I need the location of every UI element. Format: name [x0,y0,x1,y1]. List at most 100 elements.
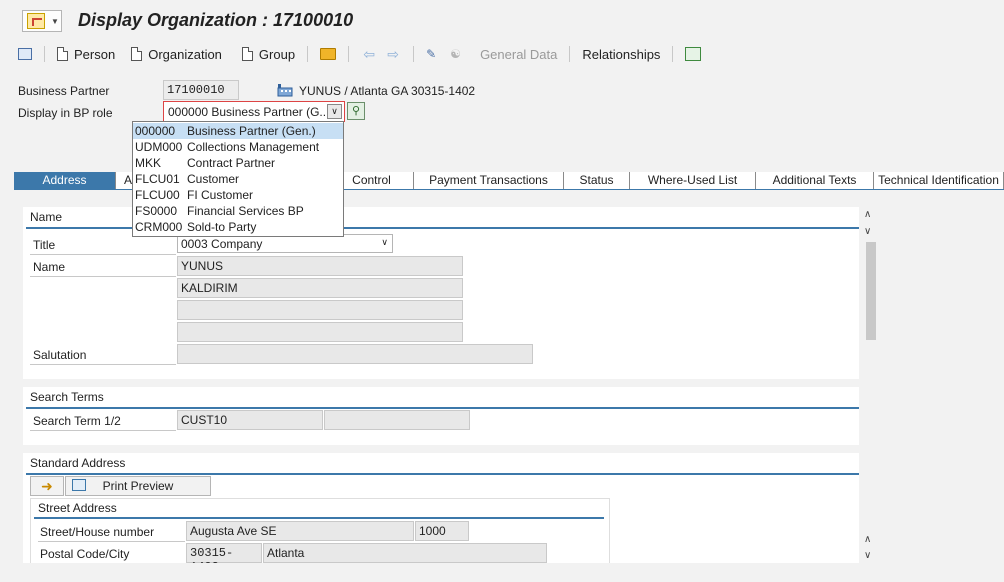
role-option-code: FS0000 [135,204,178,218]
open-bp-button[interactable] [316,44,340,64]
title-select-value: 0003 Company [181,236,263,251]
tab-status[interactable]: Status [564,172,630,189]
role-option-code: MKK [135,156,162,170]
print-preview-button[interactable]: Print Preview [65,476,211,496]
address-export-icon: ➜ [41,477,53,494]
search-term-1-field[interactable]: CUST10 [177,410,323,430]
create-organization-button[interactable]: Organization [127,44,226,64]
tab-address[interactable]: Address [14,172,116,189]
search-terms-group-title: Search Terms [23,387,859,407]
relationships-button[interactable]: Relationships [578,44,664,64]
role-option-label: Sold-to Party [187,220,257,234]
general-data-label: General Data [480,46,558,62]
role-option[interactable]: UDM000 Collections Management [133,139,343,155]
role-option-code: UDM000 [135,140,183,154]
role-option-label: FI Customer [187,188,254,202]
organization-icon [277,84,293,97]
tab-payment-transactions[interactable]: Payment Transactions [414,172,564,189]
create-group-button[interactable]: Group [238,44,299,64]
export-icon [685,47,702,61]
display-change-icon: ✎ [426,47,437,61]
street-field[interactable]: Augusta Ave SE [186,521,414,541]
role-option-label: Financial Services BP [187,204,304,218]
other-bp-button[interactable]: ☯ [446,44,470,64]
tab-additional-texts[interactable]: Additional Texts [756,172,874,189]
role-option[interactable]: FLCU01 Customer [133,171,343,187]
printer-icon [72,479,86,491]
chevron-down-icon[interactable]: ∨ [864,550,871,561]
label-underline [30,254,176,255]
role-option[interactable]: MKK Contract Partner [133,155,343,171]
search-terms-group: Search Terms Search Term 1/2 CUST10 [23,387,859,445]
switch-icon: ☯ [450,47,461,61]
create-person-button[interactable]: Person [53,44,119,64]
create-person-label: Person [74,46,116,62]
city-field[interactable]: Atlanta [263,543,547,563]
display-change-button[interactable]: ✎ [422,44,446,64]
tab-technical-identification[interactable]: Technical Identification [874,172,1004,189]
role-option-code: FLCU00 [135,188,180,202]
chevron-up-icon[interactable]: ∧ [864,534,871,545]
system-menu-button[interactable]: ▼ [22,10,62,32]
salutation-field[interactable] [177,344,533,364]
toolbar-separator [44,46,45,62]
chevron-up-icon[interactable]: ∧ [864,209,871,220]
bp-role-dropdown-list: 000000 Business Partner (Gen.) UDM000 Coll… [132,121,344,237]
name-line-2-field[interactable]: KALDIRIM [177,278,463,298]
name-line-1-field[interactable]: YUNUS [177,256,463,276]
screen-layout-icon [18,48,32,60]
bp-role-select[interactable]: 000000 Business Partner (G... ∨ [163,101,345,122]
document-icon [57,47,68,61]
role-option[interactable]: 000000 Business Partner (Gen.) [133,123,343,139]
toolbar-separator [348,46,350,62]
business-partner-label: Business Partner [18,84,110,98]
name-line-4-field[interactable] [177,322,463,342]
role-option-code: 000000 [135,124,176,138]
application-toolbar: Person Organization Group ⇦ ⇨ ✎ ☯ Genera… [14,42,1004,66]
label-underline [30,364,176,365]
general-data-button[interactable]: General Data [476,44,561,64]
salutation-label: Salutation [33,348,87,362]
role-option-label: Contract Partner [187,156,276,170]
magnifier-icon: ⚲ [351,105,361,117]
name-line-3-field[interactable] [177,300,463,320]
search-term-2-field[interactable] [324,410,470,430]
street-address-subgroup-title: Street Address [38,501,117,515]
switch-role-button[interactable]: ⚲ [347,102,365,120]
standard-address-group: Standard Address ➜ Print Preview Street … [23,453,859,563]
bp-role-select-value: 000000 Business Partner (G... [168,104,327,119]
create-group-label: Group [258,46,296,62]
document-icon [131,47,143,61]
print-preview-label: Print Preview [102,479,174,493]
previous-button[interactable]: ⇦ [357,44,381,64]
export-button[interactable] [681,44,705,64]
postal-code-city-label: Postal Code/City [40,547,130,561]
address-tab-content: Name Title 0003 Company ∨ Name YUNUS KAL… [23,207,859,563]
label-underline [30,430,176,431]
chevron-down-icon[interactable]: ∨ [327,104,342,119]
street-house-number-label: Street/House number [40,525,155,539]
role-option-label: Business Partner (Gen.) [187,124,316,138]
bp-role-label: Display in BP role [18,106,113,120]
toolbar-separator [569,46,571,62]
business-partner-field[interactable]: 17100010 [163,80,239,100]
postal-code-field[interactable]: 30315-1402 [186,543,262,563]
toggle-navigation-button[interactable] [14,44,36,64]
house-number-field[interactable]: 1000 [415,521,469,541]
address-navigation-button[interactable]: ➜ [30,476,64,496]
role-option[interactable]: FS0000 Financial Services BP [133,203,343,219]
business-partner-description: YUNUS / Atlanta GA 30315-1402 [299,84,476,98]
title-label: Title [33,238,56,252]
tab-where-used-list[interactable]: Where-Used List [630,172,756,189]
triangle-down-icon: ▼ [51,16,59,26]
scrollbar-thumb[interactable] [866,242,876,340]
role-option-code: CRM000 [135,220,183,234]
search-term-label: Search Term 1/2 [33,414,121,428]
next-button[interactable]: ⇨ [381,44,405,64]
toolbar-separator [307,46,309,62]
role-option[interactable]: FLCU00 FI Customer [133,187,343,203]
group-divider [26,407,859,409]
role-option[interactable]: CRM000 Sold-to Party [133,219,343,235]
chevron-down-icon[interactable]: ∨ [864,226,871,237]
arrow-right-icon: ⇨ [387,46,399,62]
